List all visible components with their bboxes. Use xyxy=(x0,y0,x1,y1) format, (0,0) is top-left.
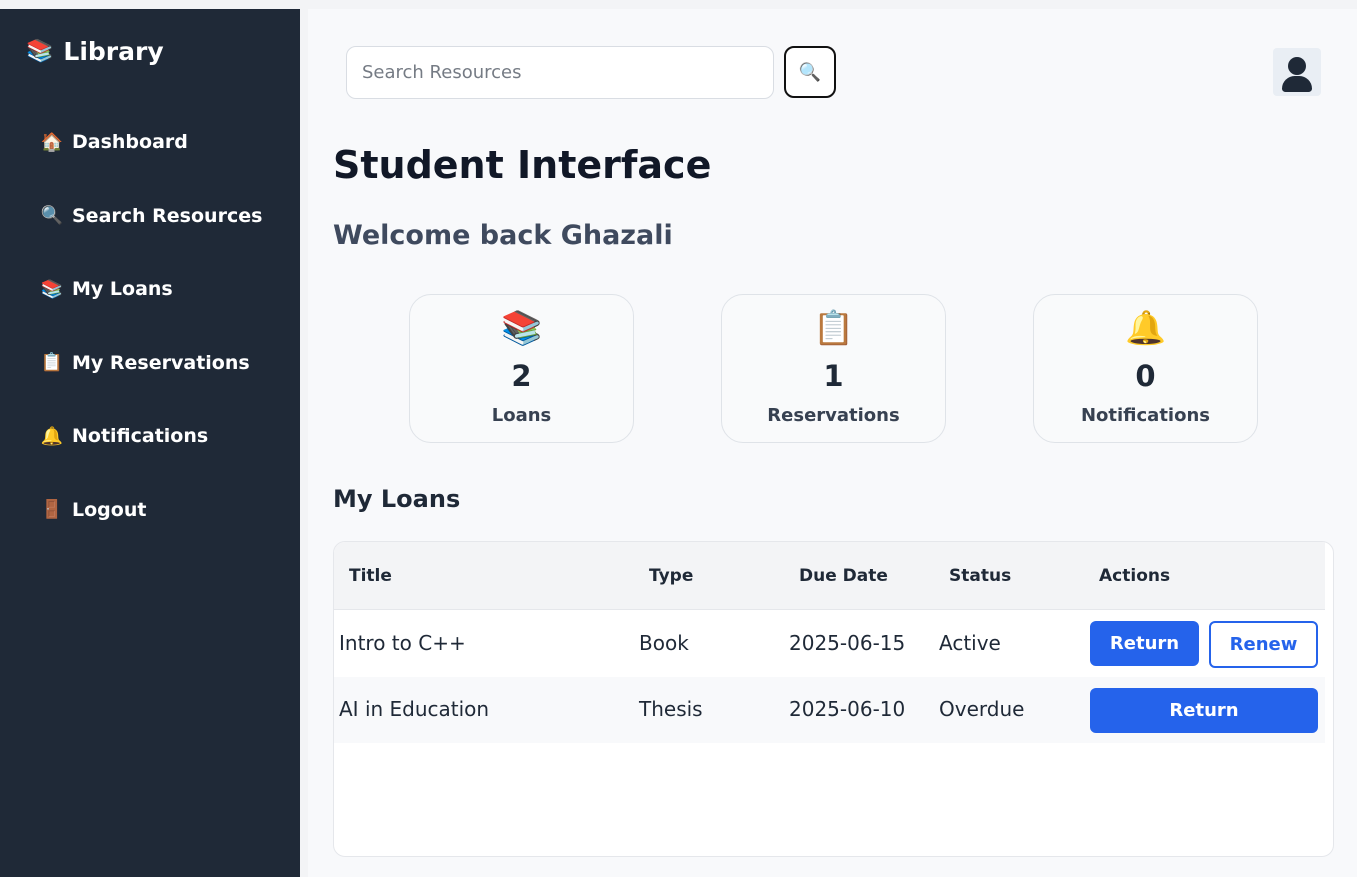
loans-section-title: My Loans xyxy=(333,485,461,513)
search-button[interactable]: 🔍 xyxy=(784,46,836,98)
stat-label: Reservations xyxy=(767,405,900,426)
house-icon: 🏠 xyxy=(40,131,64,153)
brand-label: Library xyxy=(63,37,164,66)
loan-due-date: 2025-06-15 xyxy=(789,631,906,655)
loan-status: Active xyxy=(939,631,1001,655)
bell-icon: 🔔 xyxy=(40,425,64,447)
top-strip xyxy=(0,0,1357,9)
sidebar-item-label: Logout xyxy=(72,498,147,521)
sidebar-item-search-resources[interactable]: 🔍 Search Resources xyxy=(40,201,263,231)
sidebar: 📚 Library 🏠 Dashboard 🔍 Search Resources… xyxy=(0,9,300,877)
user-icon-head xyxy=(1288,57,1306,75)
sidebar-item-my-reservations[interactable]: 📋 My Reservations xyxy=(40,348,262,378)
clipboard-icon: 📋 xyxy=(40,352,64,373)
table-row: AI in Education Thesis 2025-06-10 Overdu… xyxy=(334,677,1325,743)
loan-due-date: 2025-06-10 xyxy=(789,697,906,721)
stat-label: Loans xyxy=(491,405,552,426)
sidebar-item-label: Notifications xyxy=(72,425,209,447)
door-icon: 🚪 xyxy=(40,499,64,520)
clipboard-icon: 📋 xyxy=(812,308,855,347)
column-header-title: Title xyxy=(349,566,392,586)
stat-count: 0 xyxy=(1135,359,1156,393)
loan-status: Overdue xyxy=(939,697,1025,721)
sidebar-item-my-loans[interactable]: 📚 My Loans xyxy=(40,274,262,304)
books-icon: 📚 xyxy=(40,278,64,300)
main-content: 🔍 Student Interface Welcome back Ghazali… xyxy=(308,9,1357,877)
welcome-message: Welcome back Ghazali xyxy=(333,220,673,251)
page-title: Student Interface xyxy=(333,143,712,187)
column-header-actions: Actions xyxy=(1099,566,1171,586)
search-input[interactable] xyxy=(346,46,774,99)
sidebar-item-label: My Reservations xyxy=(72,351,250,374)
stat-card-notifications: 🔔 0 Notifications xyxy=(1033,294,1258,443)
stat-count: 2 xyxy=(511,359,532,393)
bell-icon: 🔔 xyxy=(1124,308,1167,347)
column-header-due-date: Due Date xyxy=(799,566,888,586)
sidebar-item-dashboard[interactable]: 🏠 Dashboard xyxy=(40,127,262,157)
avatar[interactable] xyxy=(1273,48,1321,96)
sidebar-nav: 🏠 Dashboard 🔍 Search Resources 📚 My Loan… xyxy=(40,127,263,568)
stat-card-reservations: 📋 1 Reservations xyxy=(721,294,946,443)
return-button[interactable]: Return xyxy=(1090,688,1318,733)
books-icon: 📚 xyxy=(26,39,54,64)
table-row: Intro to C++ Book 2025-06-15 Active Retu… xyxy=(334,611,1325,677)
stat-label: Notifications xyxy=(1080,405,1211,426)
loan-type: Book xyxy=(639,631,689,655)
column-header-status: Status xyxy=(949,566,1012,586)
column-header-type: Type xyxy=(649,566,694,586)
user-icon-body xyxy=(1282,76,1312,92)
magnifier-icon: 🔍 xyxy=(40,205,64,226)
return-button[interactable]: Return xyxy=(1090,621,1199,666)
sidebar-item-logout[interactable]: 🚪 Logout xyxy=(40,495,262,525)
stat-count: 1 xyxy=(823,359,844,393)
table-header: Title Type Due Date Status Actions xyxy=(334,542,1325,610)
loan-title: AI in Education xyxy=(339,697,490,721)
sidebar-item-label: Search Resources xyxy=(72,204,263,227)
loan-type: Thesis xyxy=(639,697,703,721)
loan-title: Intro to C++ xyxy=(339,631,466,655)
sidebar-item-label: My Loans xyxy=(72,278,173,300)
sidebar-item-notifications[interactable]: 🔔 Notifications xyxy=(40,421,262,451)
renew-button[interactable]: Renew xyxy=(1209,621,1318,668)
loans-table: Title Type Due Date Status Actions Intro… xyxy=(333,541,1334,857)
stat-card-loans: 📚 2 Loans xyxy=(409,294,634,443)
brand[interactable]: 📚 Library xyxy=(26,37,164,66)
magnifier-icon: 🔍 xyxy=(798,61,822,82)
books-icon: 📚 xyxy=(500,308,543,347)
sidebar-item-label: Dashboard xyxy=(72,131,188,153)
